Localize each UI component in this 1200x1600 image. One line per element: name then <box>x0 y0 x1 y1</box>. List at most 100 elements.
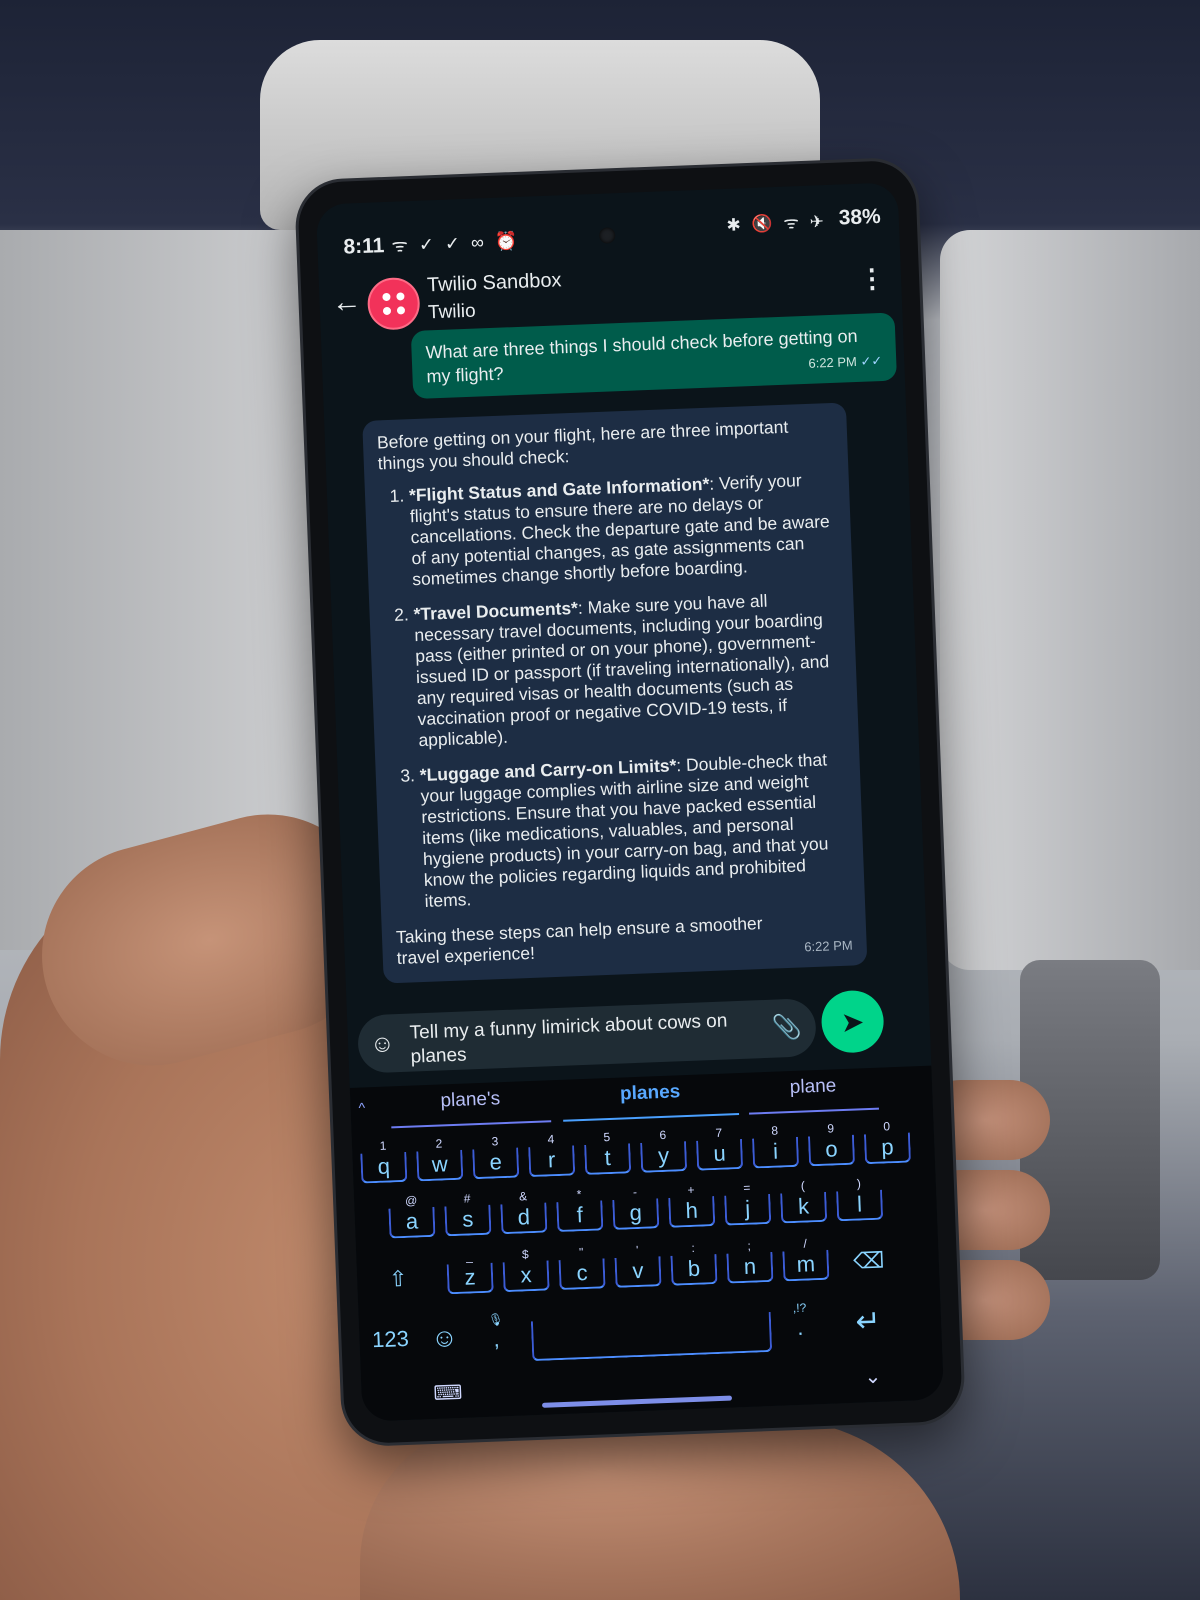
avatar[interactable] <box>366 276 421 331</box>
key-b[interactable]: :b <box>670 1240 718 1286</box>
key-label: q <box>360 1151 408 1184</box>
keyboard: ^ plane's planes plane 1q2w3e4r5t6y7u8i9… <box>349 1065 945 1422</box>
period-label: . <box>796 1314 804 1340</box>
message-input[interactable]: Tell my a funny limirick about cows on p… <box>409 1009 751 1070</box>
key-f[interactable]: * f <box>556 1186 604 1233</box>
space-key[interactable] <box>530 1311 773 1362</box>
key-label: o <box>807 1134 856 1167</box>
battery-level: 38% <box>838 204 882 230</box>
contact-name[interactable]: Twilio Sandbox <box>427 269 562 297</box>
expand-toolbar-icon[interactable]: ^ <box>358 1099 365 1115</box>
key-l[interactable]: ) l <box>836 1176 884 1222</box>
keyboard-switch-icon[interactable]: ⌨ <box>433 1380 463 1406</box>
key-v[interactable]: ' v <box>614 1242 662 1288</box>
key-h[interactable]: + h <box>668 1182 716 1228</box>
key-label: l <box>836 1189 884 1222</box>
key-label: t <box>584 1143 632 1175</box>
sticker-icon[interactable]: ☺ <box>370 1030 396 1059</box>
key-label: x <box>502 1260 550 1293</box>
key-label: d <box>500 1202 548 1235</box>
chat-area: What are three things I should check bef… <box>321 312 929 1014</box>
enter-key[interactable]: ↵ <box>834 1303 901 1341</box>
notification-icons: ᯤ ✓ ✓ ∞ ⏰ <box>391 230 521 256</box>
key-label: p <box>863 1132 912 1165</box>
status-time: 8:11 <box>343 234 385 259</box>
reply-list-item: *Luggage and Carry-on Limits*: Double-ch… <box>419 749 850 912</box>
key-c[interactable]: " c <box>558 1244 606 1291</box>
seat-back-right <box>940 230 1200 970</box>
suggestion-left[interactable]: plane's <box>389 1086 552 1129</box>
key-p[interactable]: 0p <box>863 1119 912 1165</box>
key-label: n <box>726 1251 774 1284</box>
backspace-key[interactable]: ⌫ <box>838 1247 899 1275</box>
home-gesture-bar[interactable] <box>541 1395 733 1408</box>
shift-key[interactable]: ⇧ <box>373 1265 424 1293</box>
key-n[interactable]: ; n <box>726 1238 774 1284</box>
key-k[interactable]: (k <box>780 1178 828 1224</box>
key-label: z <box>446 1262 494 1295</box>
key-x[interactable]: $ x <box>502 1246 550 1293</box>
more-options-icon[interactable]: ⋮ <box>859 263 886 295</box>
period-key[interactable]: ,!? . <box>776 1300 824 1342</box>
twilio-logo-icon <box>382 292 406 316</box>
contact-subtitle[interactable]: Twilio <box>428 301 476 325</box>
phone: 8:11 ᯤ ✓ ✓ ∞ ⏰ ✱ 🔇 ᯤ ✈ 38% ← Twilio Sand… <box>293 156 967 1448</box>
key-y[interactable]: 6y <box>640 1127 688 1173</box>
hide-keyboard-icon[interactable]: ⌄ <box>864 1364 882 1390</box>
read-ticks-icon: ✓✓ <box>860 352 883 369</box>
numbers-key[interactable]: 123 <box>365 1326 416 1354</box>
outgoing-message-text: What are three things I should check bef… <box>425 325 858 387</box>
key-e[interactable]: 3e <box>472 1134 520 1180</box>
comma-key[interactable]: 🎙 , <box>473 1312 521 1354</box>
key-r[interactable]: 4r <box>528 1131 576 1178</box>
key-label: m <box>782 1249 830 1282</box>
suggestion-middle[interactable]: planes <box>561 1079 740 1122</box>
key-o[interactable]: 9o <box>807 1121 856 1167</box>
key-label: u <box>696 1138 744 1171</box>
key-label: c <box>558 1258 606 1291</box>
key-label: f <box>556 1200 604 1233</box>
emoji-key[interactable]: ☺ <box>421 1322 468 1355</box>
key-label: y <box>640 1141 688 1173</box>
key-j[interactable]: = j <box>724 1180 772 1226</box>
palm <box>360 1420 960 1600</box>
reply-outro: Taking these steps can help ensure a smo… <box>395 913 763 969</box>
suggestion-right[interactable]: plane <box>747 1073 879 1115</box>
attach-icon[interactable]: 📎 <box>771 1013 802 1043</box>
key-a[interactable]: @ a <box>388 1193 436 1239</box>
status-bar: 8:11 ᯤ ✓ ✓ ∞ ⏰ ✱ 🔇 ᯤ ✈ 38% <box>317 204 900 262</box>
incoming-message[interactable]: Before getting on your flight, here are … <box>362 402 868 984</box>
key-u[interactable]: 7u <box>696 1125 744 1171</box>
key-q[interactable]: 1q <box>360 1138 408 1184</box>
key-t[interactable]: 5t <box>584 1129 632 1175</box>
key-m[interactable]: / m <box>782 1236 830 1282</box>
send-icon: ➤ <box>840 1005 865 1038</box>
reply-intro: Before getting on your flight, here are … <box>376 416 789 474</box>
reply-list-item: *Travel Documents*: Make sure you have a… <box>413 588 844 751</box>
key-i[interactable]: 8i <box>751 1123 800 1169</box>
outgoing-message-time: 6:22 PM <box>808 353 858 371</box>
key-w[interactable]: 2w <box>416 1136 464 1182</box>
send-button[interactable]: ➤ <box>820 989 885 1054</box>
comma-label: , <box>492 1326 501 1352</box>
key-label: h <box>668 1196 716 1228</box>
key-label: r <box>528 1145 576 1178</box>
incoming-message-time: 6:22 PM <box>803 937 853 955</box>
key-z[interactable]: _ z <box>446 1249 494 1295</box>
outgoing-message-meta: 6:22 PM ✓✓ <box>808 349 883 376</box>
mic-icon: 🎙 <box>487 1312 504 1327</box>
key-label: a <box>388 1206 436 1239</box>
back-arrow-icon[interactable]: ← <box>331 285 362 320</box>
key-g[interactable]: -g <box>612 1184 660 1230</box>
key-label: w <box>416 1149 464 1182</box>
key-label: e <box>472 1147 520 1180</box>
key-label: s <box>444 1204 492 1237</box>
period-hint: ,!? <box>792 1300 807 1316</box>
key-s[interactable]: # s <box>444 1191 492 1237</box>
key-label: j <box>724 1193 772 1226</box>
phone-screen: 8:11 ᯤ ✓ ✓ ∞ ⏰ ✱ 🔇 ᯤ ✈ 38% ← Twilio Sand… <box>315 182 945 1422</box>
key-d[interactable]: & d <box>500 1189 548 1235</box>
connectivity-icons: ✱ 🔇 ᯤ ✈ <box>726 212 828 235</box>
key-label: g <box>612 1198 660 1230</box>
reply-list: *Flight Status and Gate Information*: Ve… <box>379 469 851 913</box>
